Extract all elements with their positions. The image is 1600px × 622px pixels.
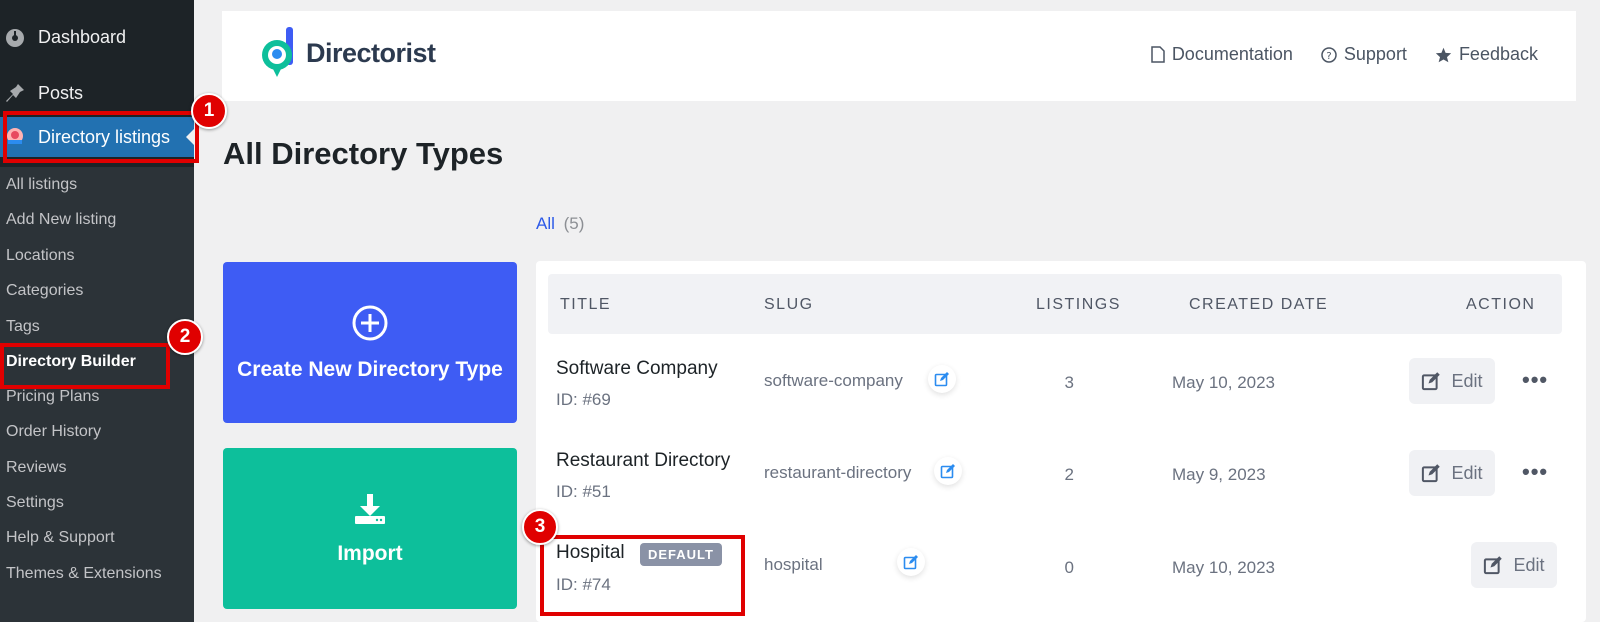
feedback-link-label: Feedback xyxy=(1458,44,1538,64)
column-action: ACTION xyxy=(1466,296,1536,313)
edit-button[interactable]: Edit xyxy=(1471,542,1557,588)
submenu-settings[interactable]: Settings xyxy=(6,494,64,512)
menu-posts-label: Posts xyxy=(38,82,84,103)
row-slug: restaurant-directory xyxy=(764,463,912,482)
submenu-help-support[interactable]: Help & Support xyxy=(6,529,115,547)
submenu-all-listings[interactable]: All listings xyxy=(6,176,77,194)
edit-icon xyxy=(934,372,949,387)
dashboard-icon xyxy=(4,26,26,48)
row-created-date: May 10, 2023 xyxy=(1172,558,1276,577)
create-directory-type-label: Create New Directory Type xyxy=(237,357,503,381)
submenu-add-new-listing[interactable]: Add New listing xyxy=(6,211,116,229)
row-listings-count: 3 xyxy=(1064,373,1074,392)
column-title: TITLE xyxy=(560,296,612,313)
edit-icon xyxy=(1484,556,1503,575)
row-created-date: May 10, 2023 xyxy=(1172,373,1276,392)
star-icon xyxy=(1435,47,1452,62)
annotation-marker-2: 2 xyxy=(167,319,203,355)
help-icon: ? xyxy=(1321,46,1337,63)
menu-posts[interactable]: Posts xyxy=(0,73,194,113)
directorist-logo-icon xyxy=(262,27,293,77)
brand-name: Directorist xyxy=(306,37,436,68)
submenu-pricing-plans[interactable]: Pricing Plans xyxy=(6,388,99,406)
row-slug: software-company xyxy=(764,371,903,390)
edit-icon xyxy=(1422,372,1441,391)
documentation-link[interactable]: Documentation xyxy=(1151,44,1293,65)
row-listings-count: 0 xyxy=(1064,558,1074,577)
slug-edit-button[interactable] xyxy=(928,365,956,393)
documentation-link-label: Documentation xyxy=(1171,44,1293,64)
row-listings-count: 2 xyxy=(1064,465,1074,484)
table-header: TITLE SLUG LISTINGS CREATED DATE ACTION xyxy=(548,274,1562,334)
submenu-categories[interactable]: Categories xyxy=(6,282,83,300)
column-created-date: CREATED DATE xyxy=(1189,296,1329,313)
annotation-marker-1: 1 xyxy=(191,93,227,129)
annotation-box-2 xyxy=(0,343,170,389)
edit-button[interactable]: Edit xyxy=(1409,358,1495,404)
row-created-date: May 9, 2023 xyxy=(1172,465,1266,484)
plus-circle-icon xyxy=(352,305,388,340)
support-link[interactable]: ? Support xyxy=(1321,44,1407,65)
plugin-header: Directorist Documentation ? Support Feed… xyxy=(222,11,1576,101)
annotation-box-3 xyxy=(540,535,745,616)
row-title[interactable]: Software Company xyxy=(556,358,718,380)
menu-dashboard[interactable]: Dashboard xyxy=(0,17,194,57)
page-title: All Directory Types xyxy=(223,136,504,171)
edit-button-label: Edit xyxy=(1451,370,1483,391)
more-actions-button[interactable]: ••• xyxy=(1522,367,1548,393)
download-icon xyxy=(355,493,385,524)
column-listings: LISTINGS xyxy=(1036,296,1121,313)
submenu-themes-extensions[interactable]: Themes & Extensions xyxy=(6,565,162,583)
submenu-tags[interactable]: Tags xyxy=(6,318,40,336)
more-actions-button[interactable]: ••• xyxy=(1522,459,1548,485)
import-label: Import xyxy=(337,541,403,565)
row-title[interactable]: Restaurant Directory xyxy=(556,450,730,472)
edit-icon xyxy=(1422,464,1441,483)
create-directory-type-button[interactable]: Create New Directory Type xyxy=(223,262,517,423)
column-slug: SLUG xyxy=(764,296,814,313)
admin-sidebar: Dashboard Posts Directory listings All l… xyxy=(0,0,194,622)
edit-icon xyxy=(903,555,918,570)
submenu-order-history[interactable]: Order History xyxy=(6,423,101,441)
menu-dashboard-label: Dashboard xyxy=(38,26,127,47)
edit-button-label: Edit xyxy=(1513,554,1545,575)
annotation-marker-3: 3 xyxy=(522,509,558,545)
pin-icon xyxy=(4,82,26,104)
support-link-label: Support xyxy=(1343,44,1407,64)
submenu-locations[interactable]: Locations xyxy=(6,247,75,265)
submenu-reviews[interactable]: Reviews xyxy=(6,459,66,477)
import-button[interactable]: Import xyxy=(223,448,517,609)
slug-edit-button[interactable] xyxy=(934,457,962,485)
header-links: Documentation ? Support Feedback xyxy=(1151,44,1538,65)
filter-all-count: (5) xyxy=(563,214,585,233)
svg-text:?: ? xyxy=(1326,51,1331,62)
filter-all-link[interactable]: All xyxy=(536,214,555,233)
status-filter: All (5) xyxy=(536,214,584,234)
edit-button[interactable]: Edit xyxy=(1409,450,1495,496)
row-id: ID: #69 xyxy=(556,390,611,409)
feedback-link[interactable]: Feedback xyxy=(1435,44,1538,65)
edit-button-label: Edit xyxy=(1451,462,1483,483)
annotation-box-1 xyxy=(3,111,199,163)
edit-icon xyxy=(940,464,955,479)
directorist-logo: Directorist xyxy=(258,25,436,81)
document-icon xyxy=(1151,46,1165,63)
slug-edit-button[interactable] xyxy=(897,548,925,576)
row-id: ID: #51 xyxy=(556,482,611,501)
